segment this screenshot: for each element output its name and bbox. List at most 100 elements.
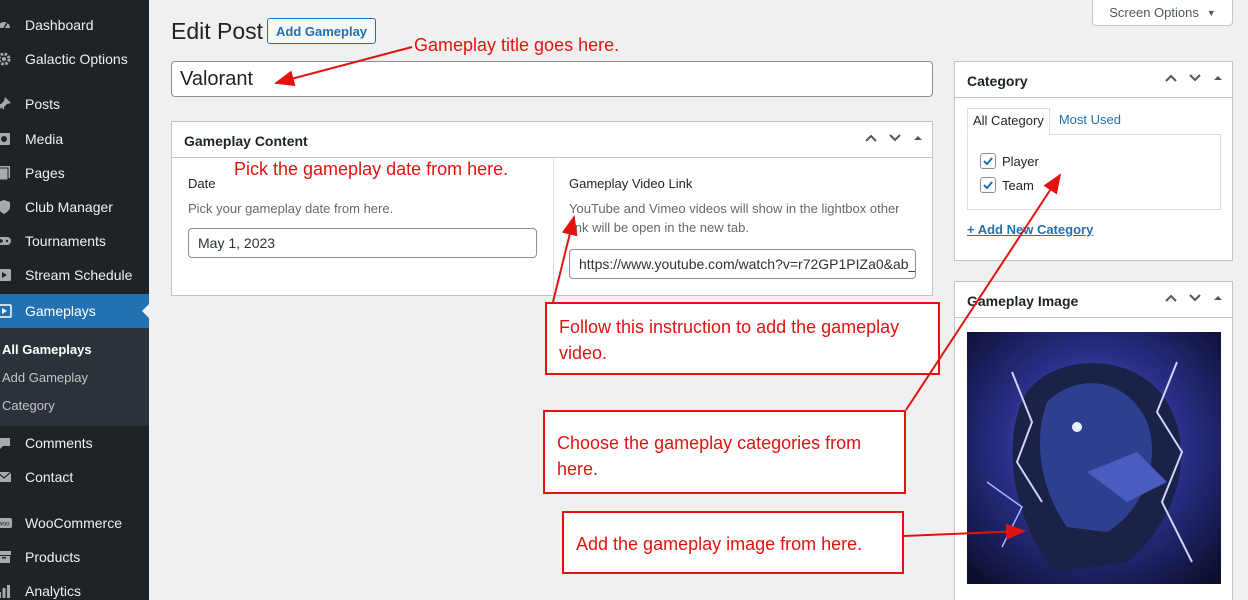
date-label: Date xyxy=(188,176,216,191)
menu-label: Comments xyxy=(25,435,93,451)
tab-all-category[interactable]: All Category xyxy=(967,108,1050,135)
menu-posts[interactable]: Posts xyxy=(0,87,149,121)
media-icon xyxy=(0,131,12,147)
caret-down-icon: ▼ xyxy=(1206,7,1216,18)
shield-icon xyxy=(0,199,12,215)
annotation-video-line1: Follow this instruction to add the gamep… xyxy=(559,317,900,337)
post-title-input[interactable]: Valorant xyxy=(171,61,933,97)
category-item-player[interactable]: Player xyxy=(980,153,1039,169)
video-link-description-line2: link will be open in the new tab. xyxy=(569,220,749,235)
menu-galactic-options[interactable]: Galactic Options xyxy=(0,42,149,76)
chevron-up-icon[interactable] xyxy=(864,131,878,145)
date-value: May 1, 2023 xyxy=(198,235,276,251)
add-gameplay-button[interactable]: Add Gameplay xyxy=(267,18,377,44)
collapse-toggle-icon[interactable] xyxy=(912,132,924,144)
chevron-down-icon[interactable] xyxy=(1188,71,1202,85)
play-icon xyxy=(0,267,12,283)
menu-club-manager[interactable]: Club Manager xyxy=(0,190,149,224)
collapse-toggle-icon[interactable] xyxy=(1212,292,1224,304)
menu-label: Analytics xyxy=(25,583,82,599)
postbox-title: Category xyxy=(967,73,1028,89)
pages-icon xyxy=(0,165,12,181)
menu-media[interactable]: Media xyxy=(0,122,149,156)
post-title-value: Valorant xyxy=(180,67,254,90)
woo-icon: woo xyxy=(0,515,12,531)
gameplay-content-box: Gameplay Content Date Pick your gameplay… xyxy=(171,121,933,296)
postbox-header: Gameplay Image xyxy=(955,282,1232,318)
video-icon xyxy=(0,303,12,319)
menu-label: Galactic Options xyxy=(25,51,128,67)
category-item-team[interactable]: Team xyxy=(980,177,1034,193)
menu-dashboard[interactable]: Dashboard xyxy=(0,8,149,42)
menu-label: Contact xyxy=(25,469,74,485)
category-checklist: Player Team xyxy=(967,134,1221,210)
postbox-header: Gameplay Content xyxy=(172,122,932,158)
postbox-controls xyxy=(1164,291,1224,305)
svg-text:woo: woo xyxy=(0,522,10,528)
tab-most-used[interactable]: Most Used xyxy=(1054,108,1126,135)
page-title: Edit Post xyxy=(171,18,264,44)
video-link-label: Gameplay Video Link xyxy=(569,176,693,191)
menu-label: Pages xyxy=(25,165,65,181)
gameplay-featured-image[interactable] xyxy=(967,332,1221,584)
postbox-header: Category xyxy=(955,62,1232,98)
annotation-date-hint: Pick the gameplay date from here. xyxy=(234,159,509,179)
chevron-up-icon[interactable] xyxy=(1164,291,1178,305)
menu-label: WooCommerce xyxy=(25,515,122,531)
menu-contact[interactable]: Contact xyxy=(0,460,149,494)
submenu-category[interactable]: Category xyxy=(2,398,55,413)
annotation-category-line2: here. xyxy=(557,459,599,479)
video-link-input[interactable]: https://www.youtube.com/watch?v=r72GP1PI… xyxy=(569,249,916,279)
mail-icon xyxy=(0,469,12,485)
date-description: Pick your gameplay date from here. xyxy=(188,201,394,216)
date-input[interactable]: May 1, 2023 xyxy=(188,228,537,258)
screen-options-label: Screen Options xyxy=(1109,5,1199,20)
postbox-controls xyxy=(1164,71,1224,85)
menu-label: Club Manager xyxy=(25,199,113,215)
menu-comments[interactable]: Comments xyxy=(0,426,149,460)
category-label: Team xyxy=(1002,177,1034,193)
video-link-value: https://www.youtube.com/watch?v=r72GP1PI… xyxy=(579,256,916,272)
annotation-image-box: Add the gameplay image from here. xyxy=(562,511,904,574)
checkbox-checked[interactable] xyxy=(980,177,996,193)
gear-icon xyxy=(0,51,12,67)
menu-analytics[interactable]: Analytics xyxy=(0,574,149,600)
annotation-image-line: Add the gameplay image from here. xyxy=(576,534,863,554)
chevron-down-icon[interactable] xyxy=(1188,291,1202,305)
menu-label: Dashboard xyxy=(25,17,94,33)
menu-stream-schedule[interactable]: Stream Schedule xyxy=(0,258,149,292)
video-link-description-line1: YouTube and Vimeo videos will show in th… xyxy=(569,201,900,216)
gameplays-submenu: All Gameplays Add Gameplay Category xyxy=(0,328,149,426)
annotation-category-line1: Choose the gameplay categories from xyxy=(557,433,862,453)
gameplay-image-box: Gameplay Image xyxy=(954,281,1233,600)
menu-products[interactable]: Products xyxy=(0,540,149,574)
menu-label: Tournaments xyxy=(25,233,106,249)
menu-woocommerce[interactable]: woo WooCommerce xyxy=(0,506,149,540)
category-box: Category Player Team All Category Most U… xyxy=(954,61,1233,261)
submenu-all-gameplays[interactable]: All Gameplays xyxy=(2,342,92,357)
postbox-controls xyxy=(864,131,924,145)
menu-label: Gameplays xyxy=(25,303,96,319)
menu-label: Stream Schedule xyxy=(25,267,133,283)
chevron-up-icon[interactable] xyxy=(1164,71,1178,85)
menu-gameplays[interactable]: Gameplays xyxy=(0,294,149,328)
submenu-add-gameplay[interactable]: Add Gameplay xyxy=(2,370,88,385)
checkbox-checked[interactable] xyxy=(980,153,996,169)
menu-label: Products xyxy=(25,549,81,565)
collapse-toggle-icon[interactable] xyxy=(1212,72,1224,84)
menu-tournaments[interactable]: Tournaments xyxy=(0,224,149,258)
add-new-category-link[interactable]: + Add New Category xyxy=(967,222,1093,237)
chart-icon xyxy=(0,583,12,599)
menu-pages[interactable]: Pages xyxy=(0,156,149,190)
screen-options-button[interactable]: Screen Options ▼ xyxy=(1092,0,1233,26)
gamepad-icon xyxy=(0,233,12,249)
category-label: Player xyxy=(1002,153,1039,169)
annotation-video-line2: video. xyxy=(559,343,608,363)
chevron-down-icon[interactable] xyxy=(888,131,902,145)
annotation-video-box: Follow this instruction to add the gamep… xyxy=(545,302,940,375)
column-divider xyxy=(553,158,554,296)
archive-icon xyxy=(0,549,12,565)
menu-label: Posts xyxy=(25,96,61,112)
pin-icon xyxy=(0,96,12,112)
comment-icon xyxy=(0,435,12,451)
